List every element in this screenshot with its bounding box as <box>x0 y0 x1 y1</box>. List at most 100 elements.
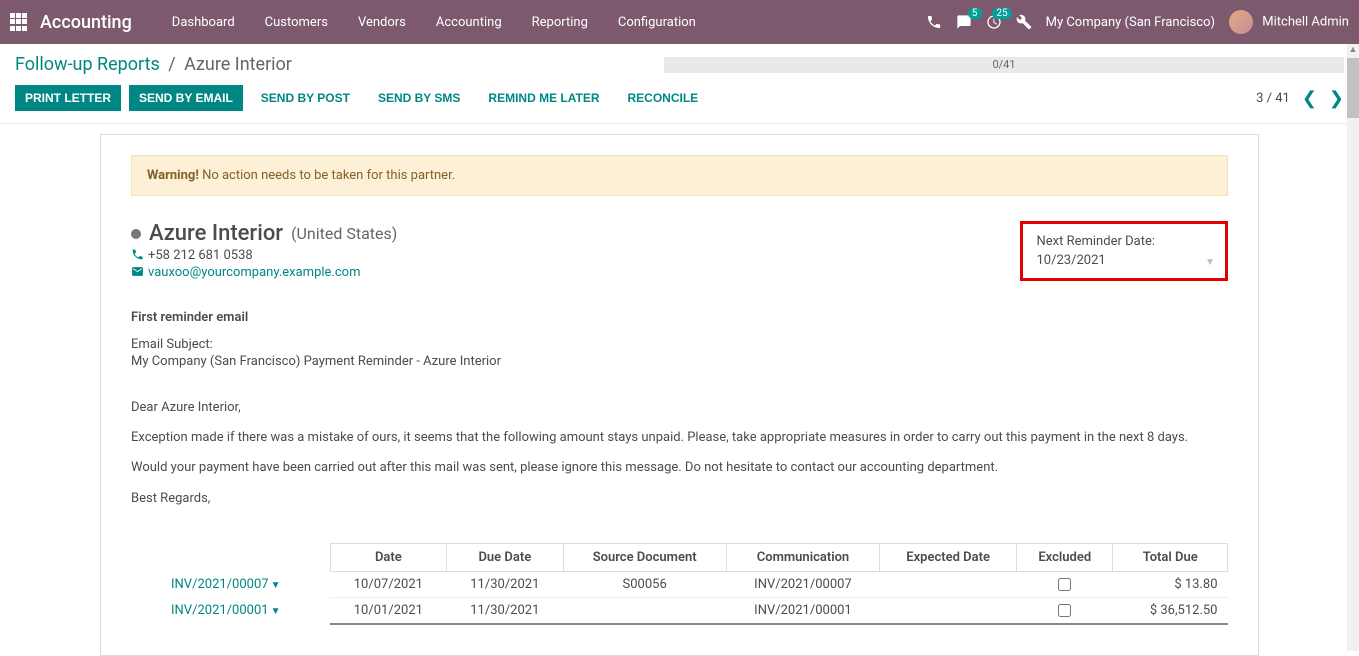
breadcrumb-root[interactable]: Follow-up Reports <box>15 54 160 75</box>
cell-total: $ 13.80 <box>1113 571 1228 597</box>
progress-bar: 0/41 <box>664 57 1344 73</box>
pager: 3 / 41 ❮ ❯ <box>1256 88 1344 109</box>
send-by-post-button[interactable]: SEND BY POST <box>251 85 360 111</box>
form-view: Warning! No action needs to be taken for… <box>0 134 1359 656</box>
reminder-level-title: First reminder email <box>131 310 1228 325</box>
next-reminder-label: Next Reminder Date: <box>1037 234 1156 249</box>
col-source: Source Document <box>563 543 726 571</box>
nav-customers[interactable]: Customers <box>250 3 343 42</box>
caret-down-icon[interactable]: ▼ <box>271 606 281 617</box>
partner-name: Azure Interior <box>149 221 283 246</box>
invoice-table: Date Due Date Source Document Communicat… <box>161 543 1228 625</box>
print-letter-button[interactable]: PRINT LETTER <box>15 85 121 111</box>
activities-icon[interactable]: 25 <box>986 14 1002 30</box>
cell-total: $ 36,512.50 <box>1113 597 1228 624</box>
partner-header: Azure Interior (United States) +58 212 6… <box>131 221 1228 282</box>
caret-down-icon[interactable]: ▼ <box>271 580 281 591</box>
messages-icon[interactable]: 5 <box>956 14 972 30</box>
pager-value[interactable]: 3 / 41 <box>1256 91 1290 106</box>
invoice-section: Date Due Date Source Document Communicat… <box>131 543 1228 625</box>
systray: 5 25 My Company (San Francisco) Mitchell… <box>926 10 1349 34</box>
warning-tag: Warning! <box>147 168 199 183</box>
scrollbar[interactable]: ▲ <box>1347 44 1359 651</box>
pager-prev-icon[interactable]: ❮ <box>1302 88 1317 109</box>
apps-icon[interactable] <box>10 13 28 31</box>
partner-phone: +58 212 681 0538 <box>148 248 253 263</box>
phone-icon <box>131 248 144 261</box>
app-title[interactable]: Accounting <box>40 12 132 33</box>
col-date: Date <box>330 543 446 571</box>
email-body-p2: Would your payment have been carried out… <box>131 459 1228 477</box>
nav-accounting[interactable]: Accounting <box>421 3 517 42</box>
cell-comm: INV/2021/00001 <box>726 597 880 624</box>
partner-country: (United States) <box>291 224 397 243</box>
cell-excluded <box>1017 597 1113 624</box>
invoice-link[interactable]: INV/2021/00007▼ <box>171 577 280 592</box>
reconcile-button[interactable]: RECONCILE <box>618 85 709 111</box>
scrollbar-up-icon[interactable]: ▲ <box>1347 44 1359 56</box>
col-total-due: Total Due <box>1113 543 1228 571</box>
partner-phone-row: +58 212 681 0538 <box>131 248 397 263</box>
breadcrumb-current: Azure Interior <box>184 54 292 75</box>
partner-email-row: vauxoo@yourcompany.example.com <box>131 265 397 280</box>
nav-reporting[interactable]: Reporting <box>517 3 603 42</box>
cell-expected[interactable] <box>880 571 1017 597</box>
user-name: Mitchell Admin <box>1262 14 1349 29</box>
remind-me-later-button[interactable]: REMIND ME LATER <box>478 85 609 111</box>
cell-source <box>563 597 726 624</box>
nav-dashboard[interactable]: Dashboard <box>157 3 250 42</box>
top-navbar: Accounting Dashboard Customers Vendors A… <box>0 0 1359 44</box>
trust-dot-icon[interactable] <box>131 229 141 239</box>
tools-icon[interactable] <box>1016 14 1032 30</box>
cell-date: 10/07/2021 <box>330 571 446 597</box>
table-header-row: Date Due Date Source Document Communicat… <box>161 543 1228 571</box>
envelope-icon <box>131 265 144 278</box>
nav-configuration[interactable]: Configuration <box>603 3 711 42</box>
email-subject-label: Email Subject: <box>131 337 1228 352</box>
send-by-sms-button[interactable]: SEND BY SMS <box>368 85 470 111</box>
scrollbar-thumb[interactable] <box>1347 58 1359 118</box>
invoice-link[interactable]: INV/2021/00001▼ <box>171 603 280 618</box>
email-body-p1: Exception made if there was a mistake of… <box>131 429 1228 447</box>
cell-expected[interactable] <box>880 597 1017 624</box>
messages-badge: 5 <box>968 8 982 19</box>
cell-due: 11/30/2021 <box>447 571 563 597</box>
cell-comm: INV/2021/00007 <box>726 571 880 597</box>
breadcrumb-separator: / <box>168 54 175 75</box>
next-reminder-box: Next Reminder Date: 10/23/2021 ▼ <box>1020 221 1229 281</box>
partner-title: Azure Interior (United States) <box>131 221 397 246</box>
warning-alert: Warning! No action needs to be taken for… <box>131 155 1228 196</box>
main-menu: Dashboard Customers Vendors Accounting R… <box>157 3 711 42</box>
user-menu[interactable]: Mitchell Admin <box>1229 10 1349 34</box>
table-row: INV/2021/00001▼ 10/01/2021 11/30/2021 IN… <box>161 597 1228 624</box>
table-row: INV/2021/00007▼ 10/07/2021 11/30/2021 S0… <box>161 571 1228 597</box>
cell-date: 10/01/2021 <box>330 597 446 624</box>
next-reminder-date[interactable]: 10/23/2021 <box>1037 253 1156 268</box>
form-sheet: Warning! No action needs to be taken for… <box>100 134 1259 656</box>
pager-next-icon[interactable]: ❯ <box>1329 88 1344 109</box>
partner-email[interactable]: vauxoo@yourcompany.example.com <box>148 265 360 280</box>
caret-down-icon[interactable]: ▼ <box>1205 257 1215 268</box>
col-communication: Communication <box>726 543 880 571</box>
email-closing: Best Regards, <box>131 490 1228 508</box>
control-panel-bottom: PRINT LETTER SEND BY EMAIL SEND BY POST … <box>0 80 1359 124</box>
warning-text: No action needs to be taken for this par… <box>199 168 455 183</box>
email-greeting: Dear Azure Interior, <box>131 399 1228 417</box>
col-excluded: Excluded <box>1017 543 1113 571</box>
activities-badge: 25 <box>992 8 1011 19</box>
cell-due: 11/30/2021 <box>447 597 563 624</box>
user-avatar <box>1229 10 1253 34</box>
send-by-email-button[interactable]: SEND BY EMAIL <box>129 85 243 111</box>
company-switcher[interactable]: My Company (San Francisco) <box>1046 15 1215 30</box>
excluded-checkbox[interactable] <box>1058 578 1071 591</box>
phone-icon[interactable] <box>926 14 942 30</box>
cell-source: S00056 <box>563 571 726 597</box>
excluded-checkbox[interactable] <box>1058 604 1071 617</box>
cell-excluded <box>1017 571 1113 597</box>
nav-vendors[interactable]: Vendors <box>343 3 421 42</box>
col-expected: Expected Date <box>880 543 1017 571</box>
control-panel-top: Follow-up Reports / Azure Interior 0/41 <box>0 44 1359 80</box>
col-due-date: Due Date <box>447 543 563 571</box>
email-subject[interactable]: My Company (San Francisco) Payment Remin… <box>131 354 1228 369</box>
breadcrumb: Follow-up Reports / Azure Interior <box>15 54 292 75</box>
